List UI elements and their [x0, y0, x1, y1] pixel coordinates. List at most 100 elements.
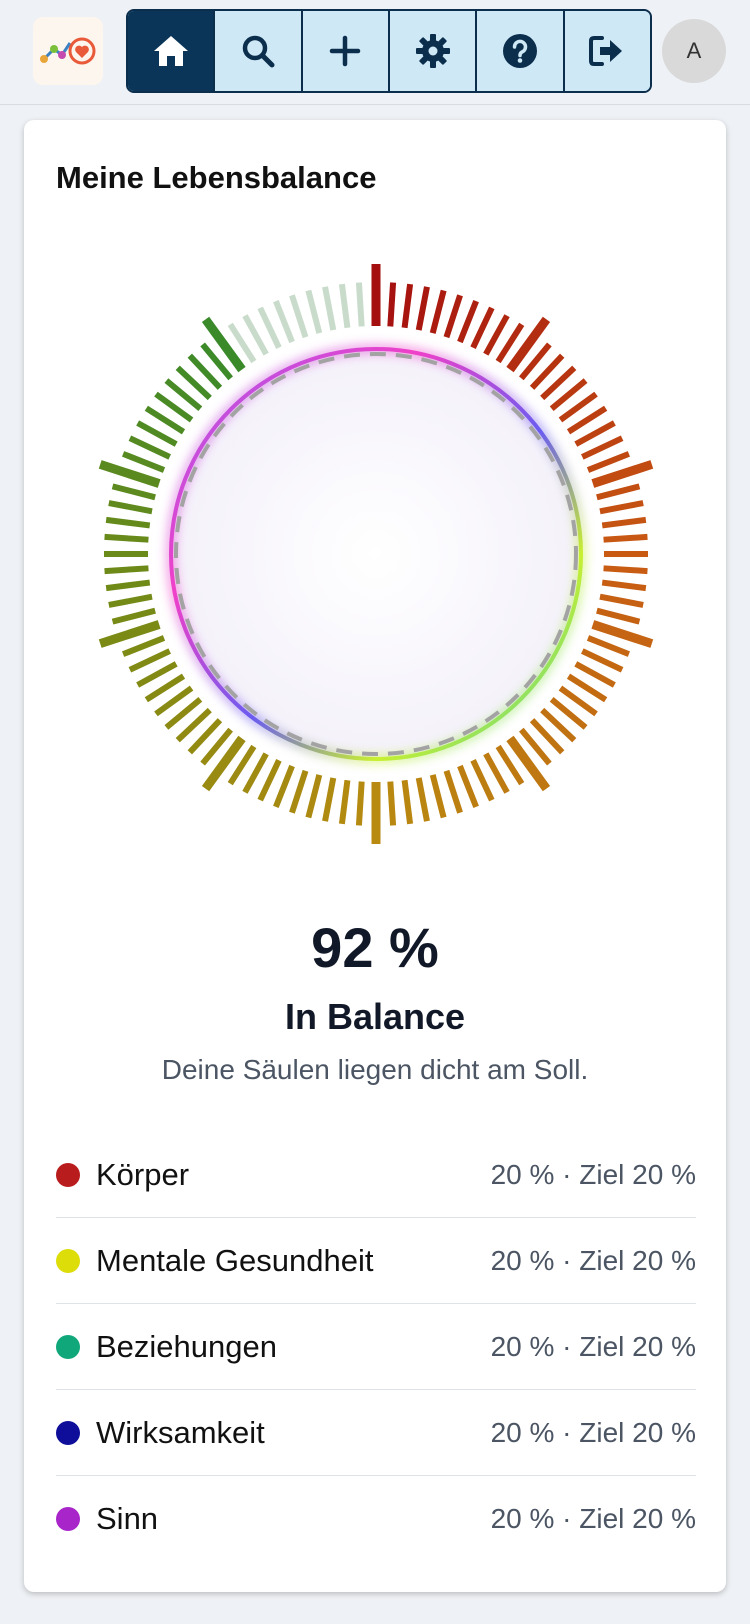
logout-icon: [589, 36, 623, 66]
ring-tick: [111, 483, 156, 501]
ring-tick: [128, 648, 171, 673]
help-icon: [502, 34, 537, 68]
balance-subtitle: Deine Säulen liegen dicht am Soll.: [161, 1054, 589, 1085]
ring-tick: [273, 764, 295, 809]
ring-tick: [470, 759, 495, 802]
ring-tick: [273, 299, 295, 344]
ring-tick: [108, 500, 153, 515]
ring-tick: [322, 777, 337, 822]
ring-tick: [338, 779, 351, 825]
ring-tick: [305, 289, 323, 334]
pillar-row-wirksamkeit[interactable]: Wirksamkeit 20 % · Ziel 20 %: [56, 1390, 696, 1476]
ring-tick: [257, 306, 282, 349]
balance-ring-chart: [98, 264, 654, 844]
ring-tick: [599, 500, 644, 515]
pillar-color-dot: [56, 1162, 80, 1187]
ring-tick: [601, 516, 647, 529]
ring-tick: [581, 648, 624, 673]
ring-tick: [128, 435, 171, 460]
pillar-value: 20 % · Ziel 20 %: [490, 1244, 696, 1276]
pillar-value: 20 % · Ziel 20 %: [490, 1158, 696, 1190]
ring-tick: [506, 316, 551, 373]
ring-tick: [201, 735, 246, 792]
ring-tick: [470, 306, 495, 349]
nav-help-button[interactable]: [477, 11, 565, 91]
ring-tick: [387, 282, 397, 327]
nav-add-button[interactable]: [302, 11, 390, 91]
ring-tick: [586, 635, 631, 657]
ring-tick: [596, 483, 641, 501]
ring-tick: [121, 635, 166, 657]
pillar-row-mentale-gesundheit[interactable]: Mentale Gesundheit 20 % · Ziel 20 %: [56, 1218, 696, 1304]
ring-tick: [415, 286, 430, 331]
ring-tick: [105, 516, 151, 529]
ring-tick: [111, 607, 156, 625]
pillar-name: Mentale Gesundheit: [96, 1242, 374, 1278]
ring-tick: [586, 451, 631, 473]
ring-tick: [443, 294, 463, 339]
nav-home-button[interactable]: [128, 11, 216, 91]
logo-icon: [40, 37, 96, 65]
ring-tick: [257, 759, 282, 802]
pillar-name: Beziehungen: [96, 1328, 277, 1364]
pillar-color-dot: [56, 1507, 80, 1531]
plus-icon: [330, 35, 361, 67]
home-icon: [153, 36, 188, 66]
pillar-name: Wirksamkeit: [96, 1414, 265, 1450]
ring-tick: [322, 286, 337, 331]
pillar-row-beziehungen[interactable]: Beziehungen 20 % · Ziel 20 %: [56, 1304, 696, 1390]
pillar-value: 20 % · Ziel 20 %: [490, 1330, 696, 1362]
ring-tick: [601, 579, 647, 592]
pillar-row-koerper[interactable]: Körper 20 % · Ziel 20 %: [56, 1132, 696, 1218]
ring-tick: [305, 774, 323, 819]
card-title: Meine Lebensbalance: [56, 160, 377, 195]
ring-tick: [429, 774, 447, 819]
pillar-value: 20 % · Ziel 20 %: [490, 1416, 696, 1448]
life-balance-card: Meine Lebensbalance 92 % In Balance Dein…: [24, 120, 726, 1592]
user-avatar[interactable]: A: [662, 19, 726, 83]
pillar-row-sinn[interactable]: Sinn 20 % · Ziel 20 %: [56, 1476, 696, 1562]
pillar-color-dot: [56, 1248, 80, 1273]
pillar-value: 20 % · Ziel 20 %: [490, 1503, 696, 1534]
ring-tick: [289, 294, 309, 339]
nav-logout-button[interactable]: [564, 11, 650, 91]
pillar-color-dot: [56, 1334, 80, 1359]
main-nav: [126, 9, 652, 93]
ring-tick: [121, 451, 166, 473]
ring-tick: [603, 565, 648, 575]
nav-settings-button[interactable]: [389, 11, 478, 91]
ring-tick: [355, 282, 365, 327]
ring-tick: [429, 289, 447, 334]
pillar-name: Sinn: [96, 1501, 159, 1536]
pillar-name: Körper: [96, 1156, 190, 1192]
ring-tick: [457, 299, 479, 344]
ring-tick: [387, 781, 397, 826]
ring-tick: [415, 777, 430, 822]
ring-tick: [506, 735, 551, 792]
ring-tick: [355, 781, 365, 826]
ring-tick: [104, 533, 149, 543]
ring-tick: [596, 607, 641, 625]
ring-tick: [104, 565, 149, 575]
ring-tick: [401, 779, 414, 825]
ring-tick: [401, 283, 414, 329]
nav-search-button[interactable]: [215, 11, 303, 91]
ring-tick: [443, 769, 463, 814]
balance-score: 92 %: [311, 916, 439, 979]
top-bar: A: [0, 0, 750, 105]
pillar-color-dot: [56, 1420, 80, 1445]
pillar-list: Körper 20 % · Ziel 20 % Mentale Gesundhe…: [56, 1132, 696, 1562]
ring-tick: [108, 593, 153, 608]
app-logo[interactable]: [33, 17, 103, 85]
search-icon: [242, 35, 275, 68]
ring-tick: [105, 579, 151, 592]
ring-tick: [289, 769, 309, 814]
ring-tick: [338, 283, 351, 329]
ring-tick: [201, 316, 246, 373]
ring-tick: [603, 533, 648, 543]
gear-icon: [415, 34, 450, 68]
ring-tick: [457, 764, 479, 809]
ring-tick: [581, 435, 624, 460]
ring-tick: [599, 593, 644, 608]
balance-status: In Balance: [284, 996, 466, 1037]
